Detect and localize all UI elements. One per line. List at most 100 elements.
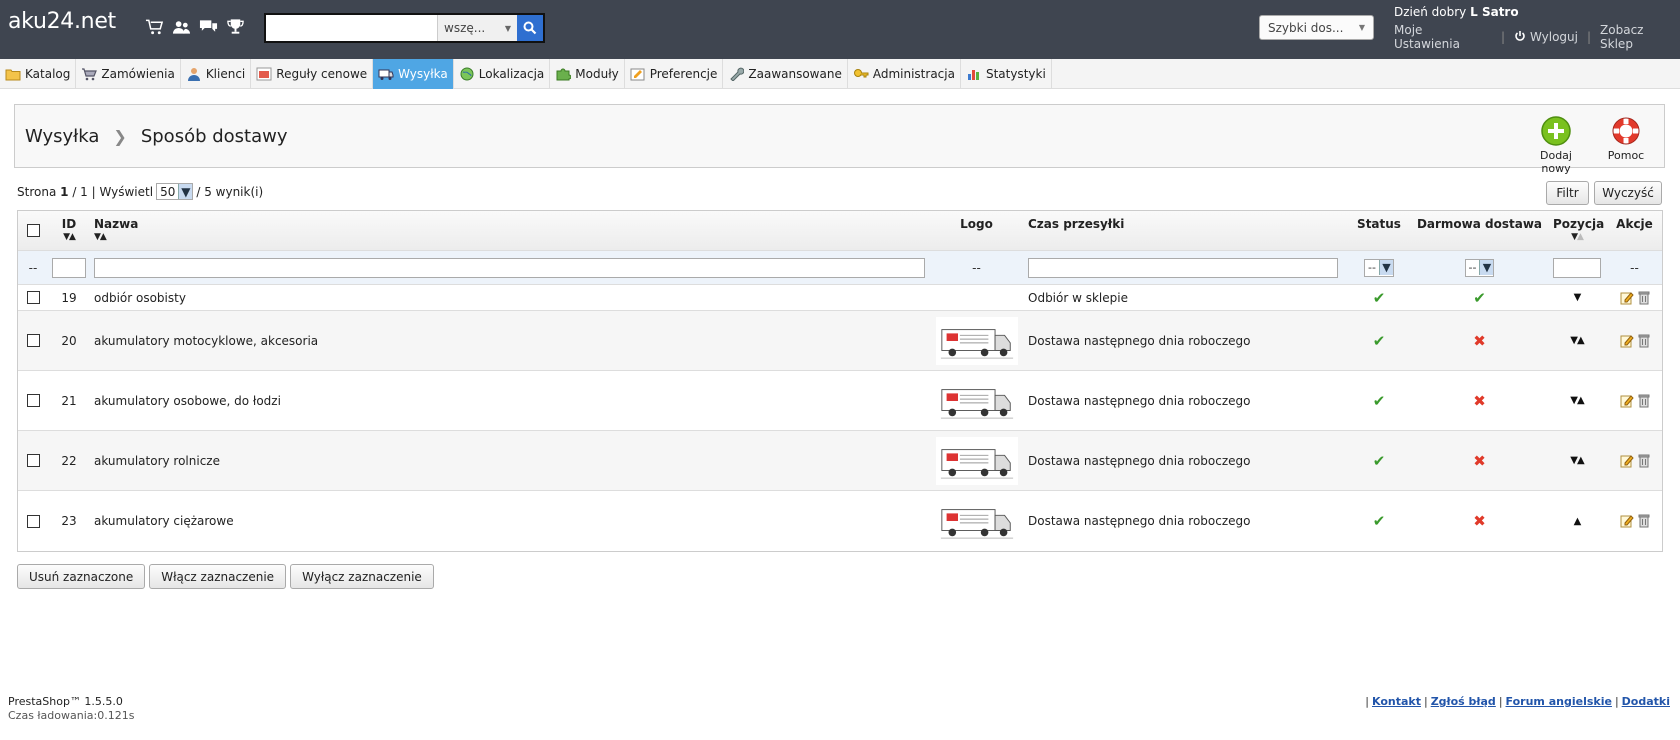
reset-button[interactable]: Wyczyść <box>1594 181 1662 205</box>
position-arrows-icon[interactable]: ▼▲ <box>1570 335 1584 346</box>
shop-logo[interactable]: aku24.net <box>8 9 116 34</box>
sort-arrows-icon[interactable]: ▼▲ <box>52 232 86 242</box>
filter-id-cell <box>48 257 90 278</box>
user-greeting: Dzień dobry L Satro <box>1394 5 1519 19</box>
check-icon[interactable]: ✔ <box>1373 452 1386 470</box>
position-arrows-icon[interactable]: ▼ <box>1574 292 1582 303</box>
row-checkbox[interactable] <box>26 334 40 347</box>
menu-item-10[interactable]: Statystyki <box>961 59 1052 89</box>
delete-selected-button[interactable]: Usuń zaznaczone <box>17 564 146 589</box>
search-button[interactable] <box>517 15 543 41</box>
row-checkbox[interactable] <box>26 454 40 467</box>
row-checkbox[interactable] <box>26 291 40 304</box>
check-icon[interactable]: ✔ <box>1373 512 1386 530</box>
filter-name-input[interactable] <box>94 257 925 278</box>
row-position-cell: ▲ <box>1549 516 1605 527</box>
help-button[interactable]: Pomoc <box>1594 115 1658 162</box>
select-all-checkbox[interactable] <box>26 224 40 237</box>
delete-icon[interactable] <box>1638 291 1650 305</box>
customers-icon[interactable] <box>172 18 191 39</box>
delete-icon[interactable] <box>1638 454 1650 468</box>
check-icon[interactable]: ✔ <box>1373 392 1386 410</box>
row-checkbox[interactable] <box>26 514 40 528</box>
menu-item-2[interactable]: Klienci <box>181 59 252 89</box>
position-arrows-icon[interactable]: ▼▲ <box>1570 395 1584 406</box>
table-row[interactable]: 20 akumulatory motocyklowe, akcesoria Dost… <box>18 311 1662 371</box>
breadcrumb-section[interactable]: Wysyłka <box>25 126 99 147</box>
menu-item-5[interactable]: Lokalizacja <box>454 59 551 89</box>
edit-icon[interactable] <box>1620 514 1634 528</box>
filter-id-input[interactable] <box>52 257 86 278</box>
filter-delay-input[interactable] <box>1028 257 1338 278</box>
cart-icon[interactable] <box>145 18 164 39</box>
menu-item-4[interactable]: Wysyłka <box>373 59 454 89</box>
menu-item-6[interactable]: Moduły <box>550 59 625 89</box>
add-new-button[interactable]: Dodaj nowy <box>1524 115 1588 175</box>
table-row[interactable]: 22 akumulatory rolnicze Dostawa następnego… <box>18 431 1662 491</box>
current-page: 1 <box>60 184 69 199</box>
cross-icon[interactable]: ✖ <box>1473 512 1486 530</box>
per-page-value: 50 <box>160 184 176 199</box>
edit-icon[interactable] <box>1620 394 1634 408</box>
menu-item-label: Zamówienia <box>101 67 175 81</box>
search-input[interactable] <box>266 15 437 41</box>
menu-item-label: Reguły cenowe <box>276 67 368 81</box>
footer-link-2[interactable]: Forum angielskie <box>1506 695 1612 708</box>
page-toolbar: Wysyłka ❯ Sposób dostawy Dodaj nowy Pomo… <box>14 104 1665 175</box>
view-shop-link[interactable]: Zobacz Sklep <box>1600 23 1680 51</box>
messages-icon[interactable] <box>199 18 218 39</box>
delete-icon[interactable] <box>1638 394 1650 408</box>
enable-selected-button[interactable]: Włącz zaznaczenie <box>149 564 287 589</box>
cross-icon[interactable]: ✖ <box>1473 332 1486 350</box>
row-logo-cell <box>929 316 1024 365</box>
delete-icon[interactable] <box>1638 334 1650 348</box>
chevron-down-icon: ▼ <box>1358 23 1365 32</box>
menu-item-7[interactable]: Preferencje <box>625 59 724 89</box>
trophy-icon[interactable] <box>226 18 245 39</box>
row-position-cell: ▼▲ <box>1549 335 1605 346</box>
filter-position-input[interactable] <box>1553 257 1601 278</box>
disable-selected-button[interactable]: Wyłącz zaznaczenie <box>290 564 434 589</box>
position-arrows-icon[interactable]: ▼▲ <box>1570 455 1584 466</box>
sort-arrows-icon[interactable]: ▼▲ <box>94 232 925 242</box>
preferences-icon <box>630 67 646 81</box>
footer-link-0[interactable]: Kontakt <box>1372 695 1421 708</box>
logout-link[interactable]: Wyloguj <box>1530 30 1578 44</box>
menu-item-9[interactable]: Administracja <box>848 59 961 89</box>
table-row[interactable]: 21 akumulatory osobowe, do łodzi Dostawa n… <box>18 371 1662 431</box>
row-checkbox[interactable] <box>26 394 40 407</box>
check-icon[interactable]: ✔ <box>1373 289 1386 307</box>
my-settings-link[interactable]: Moje Ustawienia <box>1394 23 1492 51</box>
separator: | <box>1614 695 1619 708</box>
chevron-down-icon: ▼ <box>1378 260 1393 275</box>
footer-link-1[interactable]: Zgłoś błąd <box>1431 695 1496 708</box>
sort-arrows-icon[interactable]: ▼▲ <box>1553 232 1601 242</box>
bulk-actions: Usuń zaznaczone Włącz zaznaczenie Wyłącz… <box>17 564 434 589</box>
cross-icon[interactable]: ✖ <box>1473 392 1486 410</box>
per-page-select[interactable]: 50 ▼ <box>156 183 194 200</box>
filter-status-select[interactable]: -- ▼ <box>1364 258 1394 277</box>
table-row[interactable]: 19 odbiór osobisty Odbiór w sklepie ✔ ✔ ▼ <box>18 285 1662 311</box>
price-rules-icon <box>256 67 272 81</box>
filter-button[interactable]: Filtr <box>1546 181 1589 205</box>
edit-icon[interactable] <box>1620 291 1634 305</box>
menu-item-3[interactable]: Reguły cenowe <box>251 59 374 89</box>
check-icon[interactable]: ✔ <box>1473 289 1486 307</box>
menu-item-0[interactable]: Katalog <box>0 59 77 89</box>
search-scope-select[interactable]: wszę... ▼ <box>437 15 517 41</box>
quick-access-select[interactable]: Szybki dos... ▼ <box>1259 15 1374 40</box>
position-arrows-icon[interactable]: ▲ <box>1574 516 1582 527</box>
truck-icon <box>378 67 394 81</box>
row-status-cell: ✔ <box>1348 392 1410 410</box>
table-row[interactable]: 23 akumulatory ciężarowe Dostawa następneg… <box>18 491 1662 551</box>
footer-link-3[interactable]: Dodatki <box>1622 695 1670 708</box>
menu-item-8[interactable]: Zaawansowane <box>723 59 848 89</box>
menu-item-1[interactable]: Zamówienia <box>76 59 181 89</box>
cross-icon[interactable]: ✖ <box>1473 452 1486 470</box>
edit-icon[interactable] <box>1620 334 1634 348</box>
check-icon[interactable]: ✔ <box>1373 332 1386 350</box>
delete-icon[interactable] <box>1638 514 1650 528</box>
filter-free-select[interactable]: -- ▼ <box>1464 258 1495 277</box>
chevron-right-icon: ❯ <box>113 127 127 146</box>
edit-icon[interactable] <box>1620 454 1634 468</box>
